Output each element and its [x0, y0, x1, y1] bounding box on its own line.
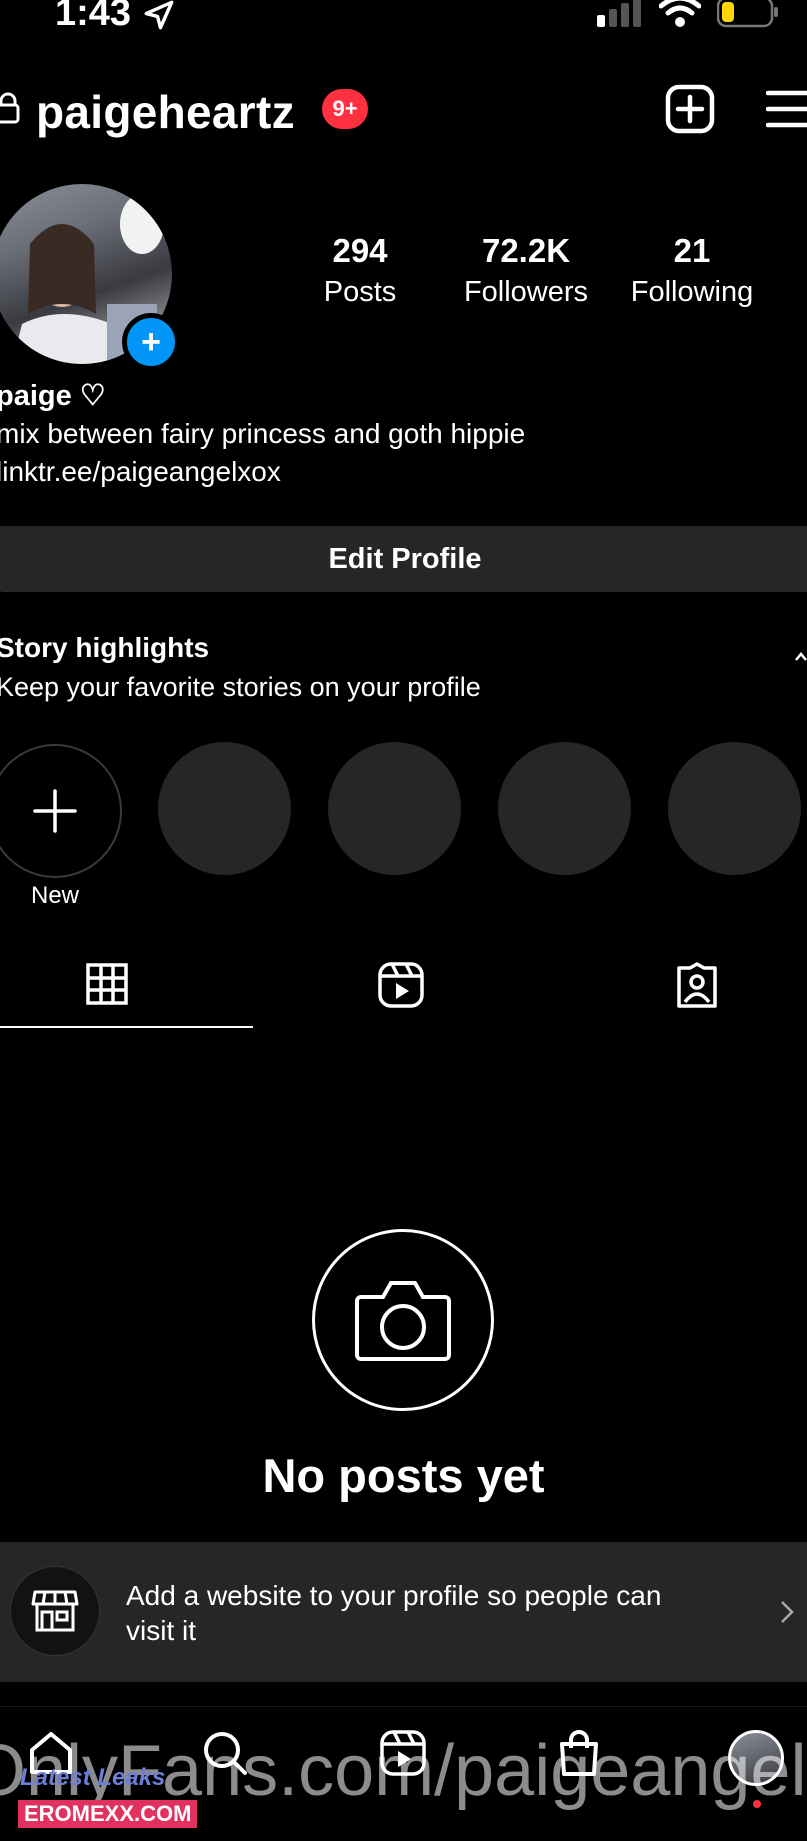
posts-count: 294 [332, 232, 388, 269]
stat-following[interactable]: 21 Following [602, 232, 782, 309]
watermark-logo-bottom: EROMEXX.COM [18, 1800, 198, 1828]
status-time: 1:43 [55, 0, 176, 35]
active-tab-indicator [0, 1026, 253, 1028]
tagged-tab-icon[interactable] [674, 962, 720, 1008]
location-arrow-icon [144, 0, 174, 30]
highlights-subtitle: Keep your favorite stories on your profi… [0, 672, 481, 702]
wifi-icon [659, 0, 701, 27]
highlight-placeholder [668, 742, 801, 875]
edit-profile-button[interactable]: Edit Profile [0, 526, 807, 592]
followers-label: Followers [463, 276, 589, 308]
no-posts-title: No posts yet [262, 1449, 545, 1502]
chevron-right-icon[interactable] [780, 1600, 794, 1624]
reels-tab-icon[interactable] [378, 962, 424, 1008]
highlight-placeholder [328, 742, 461, 875]
battery-icon [717, 0, 778, 28]
plus-icon [33, 789, 77, 833]
highlight-placeholder [158, 742, 291, 875]
stat-followers[interactable]: 72.2K Followers [436, 232, 616, 309]
signal-icon [597, 0, 641, 27]
posts-label: Posts [323, 276, 397, 308]
highlights-title: Story highlights [0, 632, 210, 663]
profile-bio: mix between fairy princess and goth hipp… [0, 418, 526, 449]
add-story-button[interactable]: + [122, 313, 180, 371]
status-indicators [597, 0, 779, 32]
add-website-text: Add a website to your profile so people … [126, 1580, 662, 1646]
profile-name: paige ♡ [0, 380, 106, 412]
profile-username[interactable]: paigeheartz [36, 85, 295, 139]
following-count: 21 [673, 232, 711, 269]
stat-posts[interactable]: 294 Posts [270, 232, 450, 309]
camera-circle [312, 1229, 494, 1411]
new-highlight-label: New [30, 882, 79, 909]
following-label: Following [630, 276, 754, 308]
watermark-logo-top: Latest Leaks [20, 1764, 166, 1791]
notification-badge[interactable]: 9+ [322, 89, 368, 129]
followers-count: 72.2K [481, 232, 571, 269]
shop-icon [31, 1590, 79, 1632]
menu-icon[interactable] [766, 89, 807, 129]
new-highlight-button[interactable] [0, 744, 122, 878]
camera-icon [355, 1281, 451, 1361]
create-post-icon[interactable] [665, 84, 715, 134]
profile-link[interactable]: linktr.ee/paigeangelxox [0, 456, 281, 488]
grid-tab-icon[interactable] [86, 963, 128, 1005]
shop-icon-circle [10, 1566, 100, 1656]
lock-icon [0, 92, 20, 124]
chevron-up-icon[interactable] [794, 650, 807, 664]
highlight-placeholder [498, 742, 631, 875]
